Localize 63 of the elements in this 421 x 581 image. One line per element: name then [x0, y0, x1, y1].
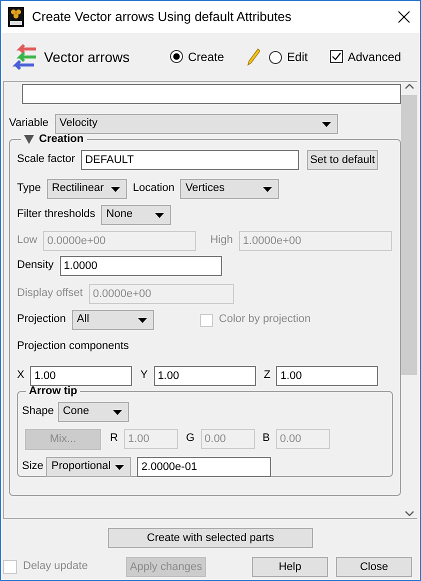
- scrollbar[interactable]: [401, 82, 417, 518]
- caret-icon: [155, 212, 164, 218]
- field-label: Filter thresholds: [17, 208, 96, 222]
- input-field[interactable]: DEFAULT: [81, 150, 300, 170]
- vector-arrows-icon: [12, 43, 38, 71]
- dropdown[interactable]: Rectilinear: [46, 179, 127, 199]
- input-field[interactable]: 1.00: [276, 366, 378, 386]
- checkbox-label[interactable]: Advanced: [348, 50, 402, 64]
- caret-icon: [138, 318, 147, 322]
- caret-icon: [322, 122, 331, 126]
- section-title: Arrow tip: [29, 386, 78, 397]
- section-title: Creation: [39, 134, 84, 145]
- input-field[interactable]: 1.00: [154, 366, 256, 386]
- close-icon[interactable]: [398, 11, 410, 23]
- field-label: Shape: [22, 405, 54, 419]
- tool-title: Vector arrows: [44, 48, 131, 66]
- caret-icon: [263, 186, 272, 192]
- dropdown[interactable]: Proportional: [46, 457, 132, 477]
- set-default-button[interactable]: Set to default: [307, 150, 378, 170]
- field-label: Size: [22, 460, 44, 474]
- pencil-icon: [246, 47, 260, 67]
- input-field[interactable]: 1.00: [30, 366, 132, 386]
- caret-icon: [115, 464, 124, 470]
- dropdown[interactable]: Cone: [58, 402, 129, 422]
- caret-icon: [110, 186, 120, 192]
- field-label: Variable: [9, 117, 49, 131]
- radio-label[interactable]: Create: [188, 50, 224, 64]
- field-label: R: [110, 432, 118, 446]
- section-label: Projection components: [17, 340, 129, 354]
- radio-button[interactable]: [170, 50, 183, 64]
- field-label: Type: [17, 182, 41, 196]
- field-label: Y: [140, 369, 148, 383]
- checkbox[interactable]: [330, 50, 343, 64]
- field-label: Location: [132, 182, 174, 196]
- close-button[interactable]: Close: [336, 557, 412, 577]
- field-label: Z: [264, 369, 270, 383]
- dropdown[interactable]: All: [72, 310, 154, 330]
- dropdown[interactable]: None: [101, 205, 172, 225]
- field-label: Scale factor: [17, 153, 76, 167]
- input-field[interactable]: 1.0000: [60, 256, 222, 276]
- radio-button[interactable]: [269, 50, 282, 64]
- field-label: X: [17, 369, 24, 383]
- caret-icon: [112, 410, 122, 414]
- window-title: Create Vector arrows Using default Attributes: [32, 9, 292, 25]
- field-label: Display offset: [17, 287, 83, 301]
- field-label: High: [210, 234, 233, 248]
- input-field[interactable]: 2.0000e-01: [137, 457, 272, 477]
- create-button[interactable]: Create with selected parts: [108, 528, 313, 548]
- field-label: G: [186, 432, 195, 446]
- expand-triangle-icon[interactable]: [24, 135, 34, 144]
- scroll-down-icon[interactable]: [404, 511, 414, 516]
- scrollbar-thumb[interactable]: [401, 95, 417, 375]
- scroll-up-icon[interactable]: [404, 84, 414, 89]
- field-label: B: [262, 432, 270, 446]
- field-label: Low: [17, 234, 38, 248]
- radio-label[interactable]: Edit: [287, 50, 308, 64]
- help-button[interactable]: Help: [252, 557, 328, 577]
- dropdown[interactable]: Vertices: [180, 179, 280, 199]
- dropdown[interactable]: Velocity: [54, 114, 338, 134]
- app-icon: [8, 7, 24, 27]
- name-field[interactable]: [22, 84, 401, 104]
- field-label: Projection: [17, 313, 66, 327]
- field-label: Density: [17, 259, 54, 273]
